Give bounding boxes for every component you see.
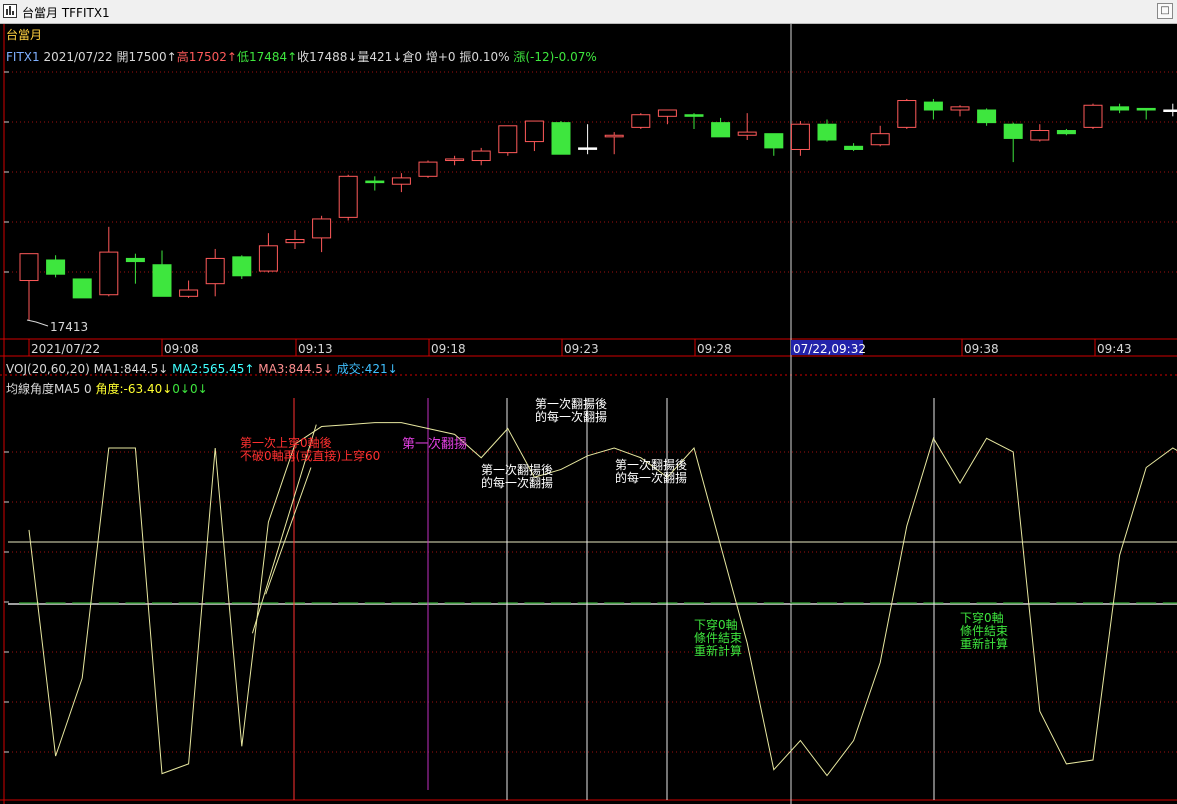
angle-bar: 均線角度MA5 0 角度:-63.40↓0↓0↓ [6, 382, 208, 396]
annotation-reset-1-line3: 重新計算 [694, 644, 743, 658]
quote-volume: 量421↓ [357, 50, 403, 64]
quote-date: 2021/07/22 [43, 50, 113, 64]
annotation-reset-2-line3: 重新計算 [960, 637, 1009, 651]
indicator-ma2: MA2:565.45↑ [172, 362, 255, 376]
quote-close: 收17488↓ [297, 50, 358, 64]
annotation-first-cross-line2: 不破0軸再(或直接)上穿60 [240, 449, 381, 463]
annotation-each-flip-3: 第一次翻揚後 的每一次翻揚 [615, 459, 687, 485]
angle-v1: 0↓ [172, 382, 190, 396]
annotation-first-flip: 第一次翻揚 [402, 437, 468, 452]
quote-oi-change: 增+0 [425, 50, 456, 64]
annotation-reset-2: 下穿0軸 條件結束 重新計算 [960, 612, 1008, 651]
quote-high: 高17502↑ [176, 50, 237, 64]
quote-open: 開17500↑ [116, 50, 177, 64]
indicator-volume: 成交:421↓ [336, 362, 398, 376]
quote-change: 漲(-12)-0.07% [513, 50, 597, 64]
quote-bar: FITX1 2021/07/22 開17500↑高17502↑低17484↑收1… [6, 50, 597, 64]
angle-value: 角度:-63.40↓ [95, 382, 173, 396]
quote-symbol: FITX1 [6, 50, 40, 64]
indicator-ma1: MA1:844.5↓ [93, 362, 169, 376]
indicator-name: VOJ(20,60,20) [6, 362, 90, 376]
quote-oi: 倉0 [402, 50, 423, 64]
chart-overlay: 台當月 FITX1 2021/07/22 開17500↑高17502↑低1748… [0, 0, 1177, 804]
annotation-each-flip-2-line2: 的每一次翻揚 [535, 410, 608, 424]
annotation-each-flip-2: 第一次翻揚後 的每一次翻揚 [535, 398, 607, 424]
quote-amplitude: 振0.10% [459, 50, 510, 64]
panel-title: 台當月 [6, 28, 43, 42]
annotation-first-cross: 第一次上穿0軸後 不破0軸再(或直接)上穿60 [240, 437, 380, 463]
angle-name: 均線角度MA5 0 [6, 382, 92, 396]
annotation-each-flip-1: 第一次翻揚後 的每一次翻揚 [481, 464, 553, 490]
indicator-bar: VOJ(20,60,20) MA1:844.5↓ MA2:565.45↑ MA3… [6, 362, 398, 376]
annotation-each-flip-3-line2: 的每一次翻揚 [615, 471, 688, 485]
annotation-each-flip-1-line2: 的每一次翻揚 [481, 476, 554, 490]
low-price-marker: 17413 [50, 320, 89, 334]
quote-low: 低17484↑ [236, 50, 298, 64]
indicator-ma3: MA3:844.5↓ [258, 362, 333, 376]
angle-v2: 0↓ [189, 382, 208, 396]
annotation-reset-1: 下穿0軸 條件結束 重新計算 [694, 619, 742, 658]
